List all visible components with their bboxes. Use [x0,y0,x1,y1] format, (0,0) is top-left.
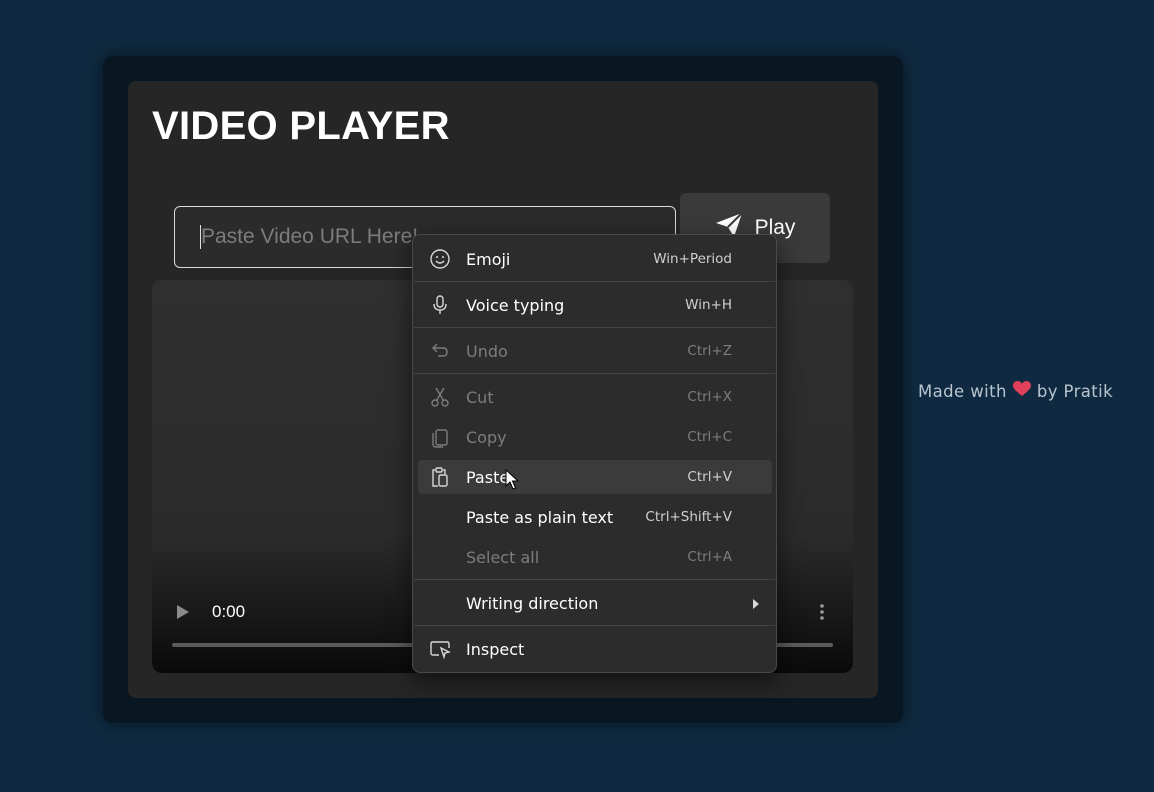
menu-item-shortcut: Ctrl+C [687,429,732,445]
credit-text: Made with by Pratik [918,381,1113,401]
inspect-icon [429,638,451,660]
menu-separator [414,281,775,282]
menu-item-voice-typing[interactable]: Voice typing Win+H [418,288,772,322]
menu-item-paste[interactable]: Paste Ctrl+V [418,460,772,494]
menu-item-shortcut: Ctrl+A [687,549,732,565]
microphone-icon [429,294,451,316]
clipboard-icon [429,466,451,488]
menu-item-label: Cut [466,387,494,407]
mouse-cursor-icon [505,468,520,495]
submenu-arrow-icon [752,594,760,613]
menu-separator [414,579,775,580]
video-time: 0:00 [212,602,246,621]
undo-icon [429,340,451,362]
menu-item-shortcut: Win+H [685,297,732,313]
menu-item-label: Inspect [466,639,525,659]
credit-suffix: by Pratik [1036,381,1114,401]
menu-item-copy[interactable]: Copy Ctrl+C [418,420,772,454]
emoji-icon [429,248,451,270]
video-more-icon[interactable] [818,602,826,626]
menu-item-label: Select all [466,547,540,567]
video-play-icon[interactable] [176,604,190,624]
menu-item-label: Voice typing [466,295,565,315]
menu-item-label: Undo [466,341,508,361]
menu-item-label: Writing direction [466,593,599,613]
menu-separator [414,625,775,626]
menu-item-label: Paste as plain text [466,507,614,527]
menu-item-writing-direction[interactable]: Writing direction [418,586,772,620]
menu-item-cut[interactable]: Cut Ctrl+X [418,380,772,414]
menu-item-shortcut: Ctrl+Shift+V [645,509,732,525]
menu-item-inspect[interactable]: Inspect [418,632,772,666]
menu-item-undo[interactable]: Undo Ctrl+Z [418,334,772,368]
menu-item-paste-plain-text[interactable]: Paste as plain text Ctrl+Shift+V [418,500,772,534]
menu-item-emoji[interactable]: Emoji Win+Period [418,242,772,276]
menu-item-shortcut: Win+Period [653,251,732,267]
copy-icon [429,426,451,448]
menu-item-shortcut: Ctrl+X [687,389,732,405]
menu-item-shortcut: Ctrl+Z [687,343,732,359]
scissors-icon [429,386,451,408]
text-caret [200,225,201,249]
context-menu: Emoji Win+Period Voice typing Win+H Undo… [412,234,777,673]
heart-icon [1012,381,1031,401]
credit-prefix: Made with [918,381,1007,401]
menu-item-select-all[interactable]: Select all Ctrl+A [418,540,772,574]
menu-item-label: Emoji [466,249,511,269]
menu-item-label: Paste [466,467,510,487]
menu-separator [414,373,775,374]
menu-separator [414,327,775,328]
menu-item-label: Copy [466,427,507,447]
page-title: VIDEO PLAYER [152,104,450,148]
menu-item-shortcut: Ctrl+V [687,469,732,485]
